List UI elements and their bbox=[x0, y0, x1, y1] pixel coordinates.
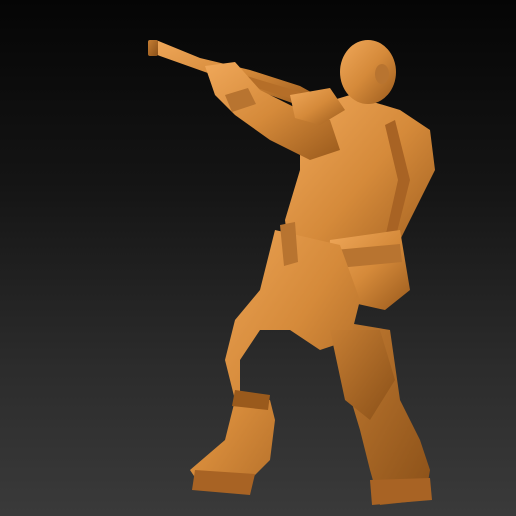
arms bbox=[205, 62, 345, 160]
head bbox=[340, 40, 396, 104]
front-leg bbox=[190, 222, 360, 495]
viewport bbox=[0, 0, 516, 516]
sculpt-figure bbox=[148, 40, 435, 505]
